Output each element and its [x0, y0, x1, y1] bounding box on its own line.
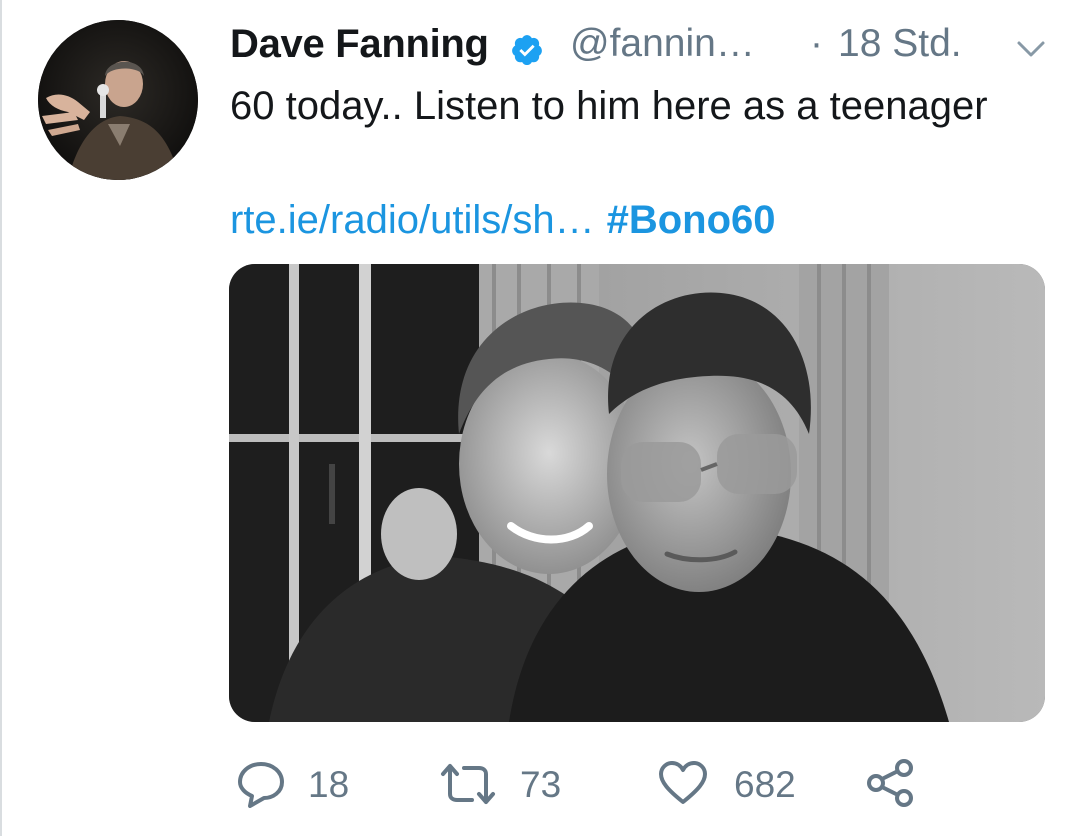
tweet-timestamp[interactable]: 18 Std. [838, 22, 962, 66]
reply-button[interactable]: 18 [230, 752, 370, 816]
tweet-actions: 18 73 682 [230, 752, 1030, 816]
retweet-button[interactable]: 73 [440, 752, 580, 816]
photo-image [229, 264, 1045, 722]
retweet-count: 73 [520, 764, 562, 805]
chevron-down-icon[interactable] [1016, 38, 1046, 62]
like-count: 682 [734, 764, 796, 805]
share-icon [867, 759, 913, 807]
retweet-icon [441, 764, 495, 804]
tweet-photo[interactable] [229, 264, 1045, 722]
tweet-links: rte.ie/radio/utils/sh… #Bono60 [230, 192, 776, 248]
tweet-url-link[interactable]: rte.ie/radio/utils/sh… [230, 198, 595, 242]
avatar-image [38, 20, 198, 180]
share-button[interactable] [866, 752, 926, 816]
tweet-header: Dave Fanning @fannin… · 18 Std. [230, 12, 1046, 72]
avatar[interactable] [38, 20, 198, 180]
tweet-text: 60 today.. Listen to him here as a teena… [230, 84, 988, 128]
meta-separator: · [810, 22, 823, 65]
like-icon [659, 761, 707, 804]
hashtag-link[interactable]: #Bono60 [607, 198, 776, 242]
reply-icon [238, 762, 284, 808]
reply-count: 18 [308, 764, 350, 805]
author-name[interactable]: Dave Fanning [230, 22, 489, 67]
like-button[interactable]: 682 [658, 752, 818, 816]
verified-badge-icon [512, 35, 542, 66]
timeline-border [0, 0, 2, 836]
author-handle[interactable]: @fannin… [570, 22, 755, 66]
